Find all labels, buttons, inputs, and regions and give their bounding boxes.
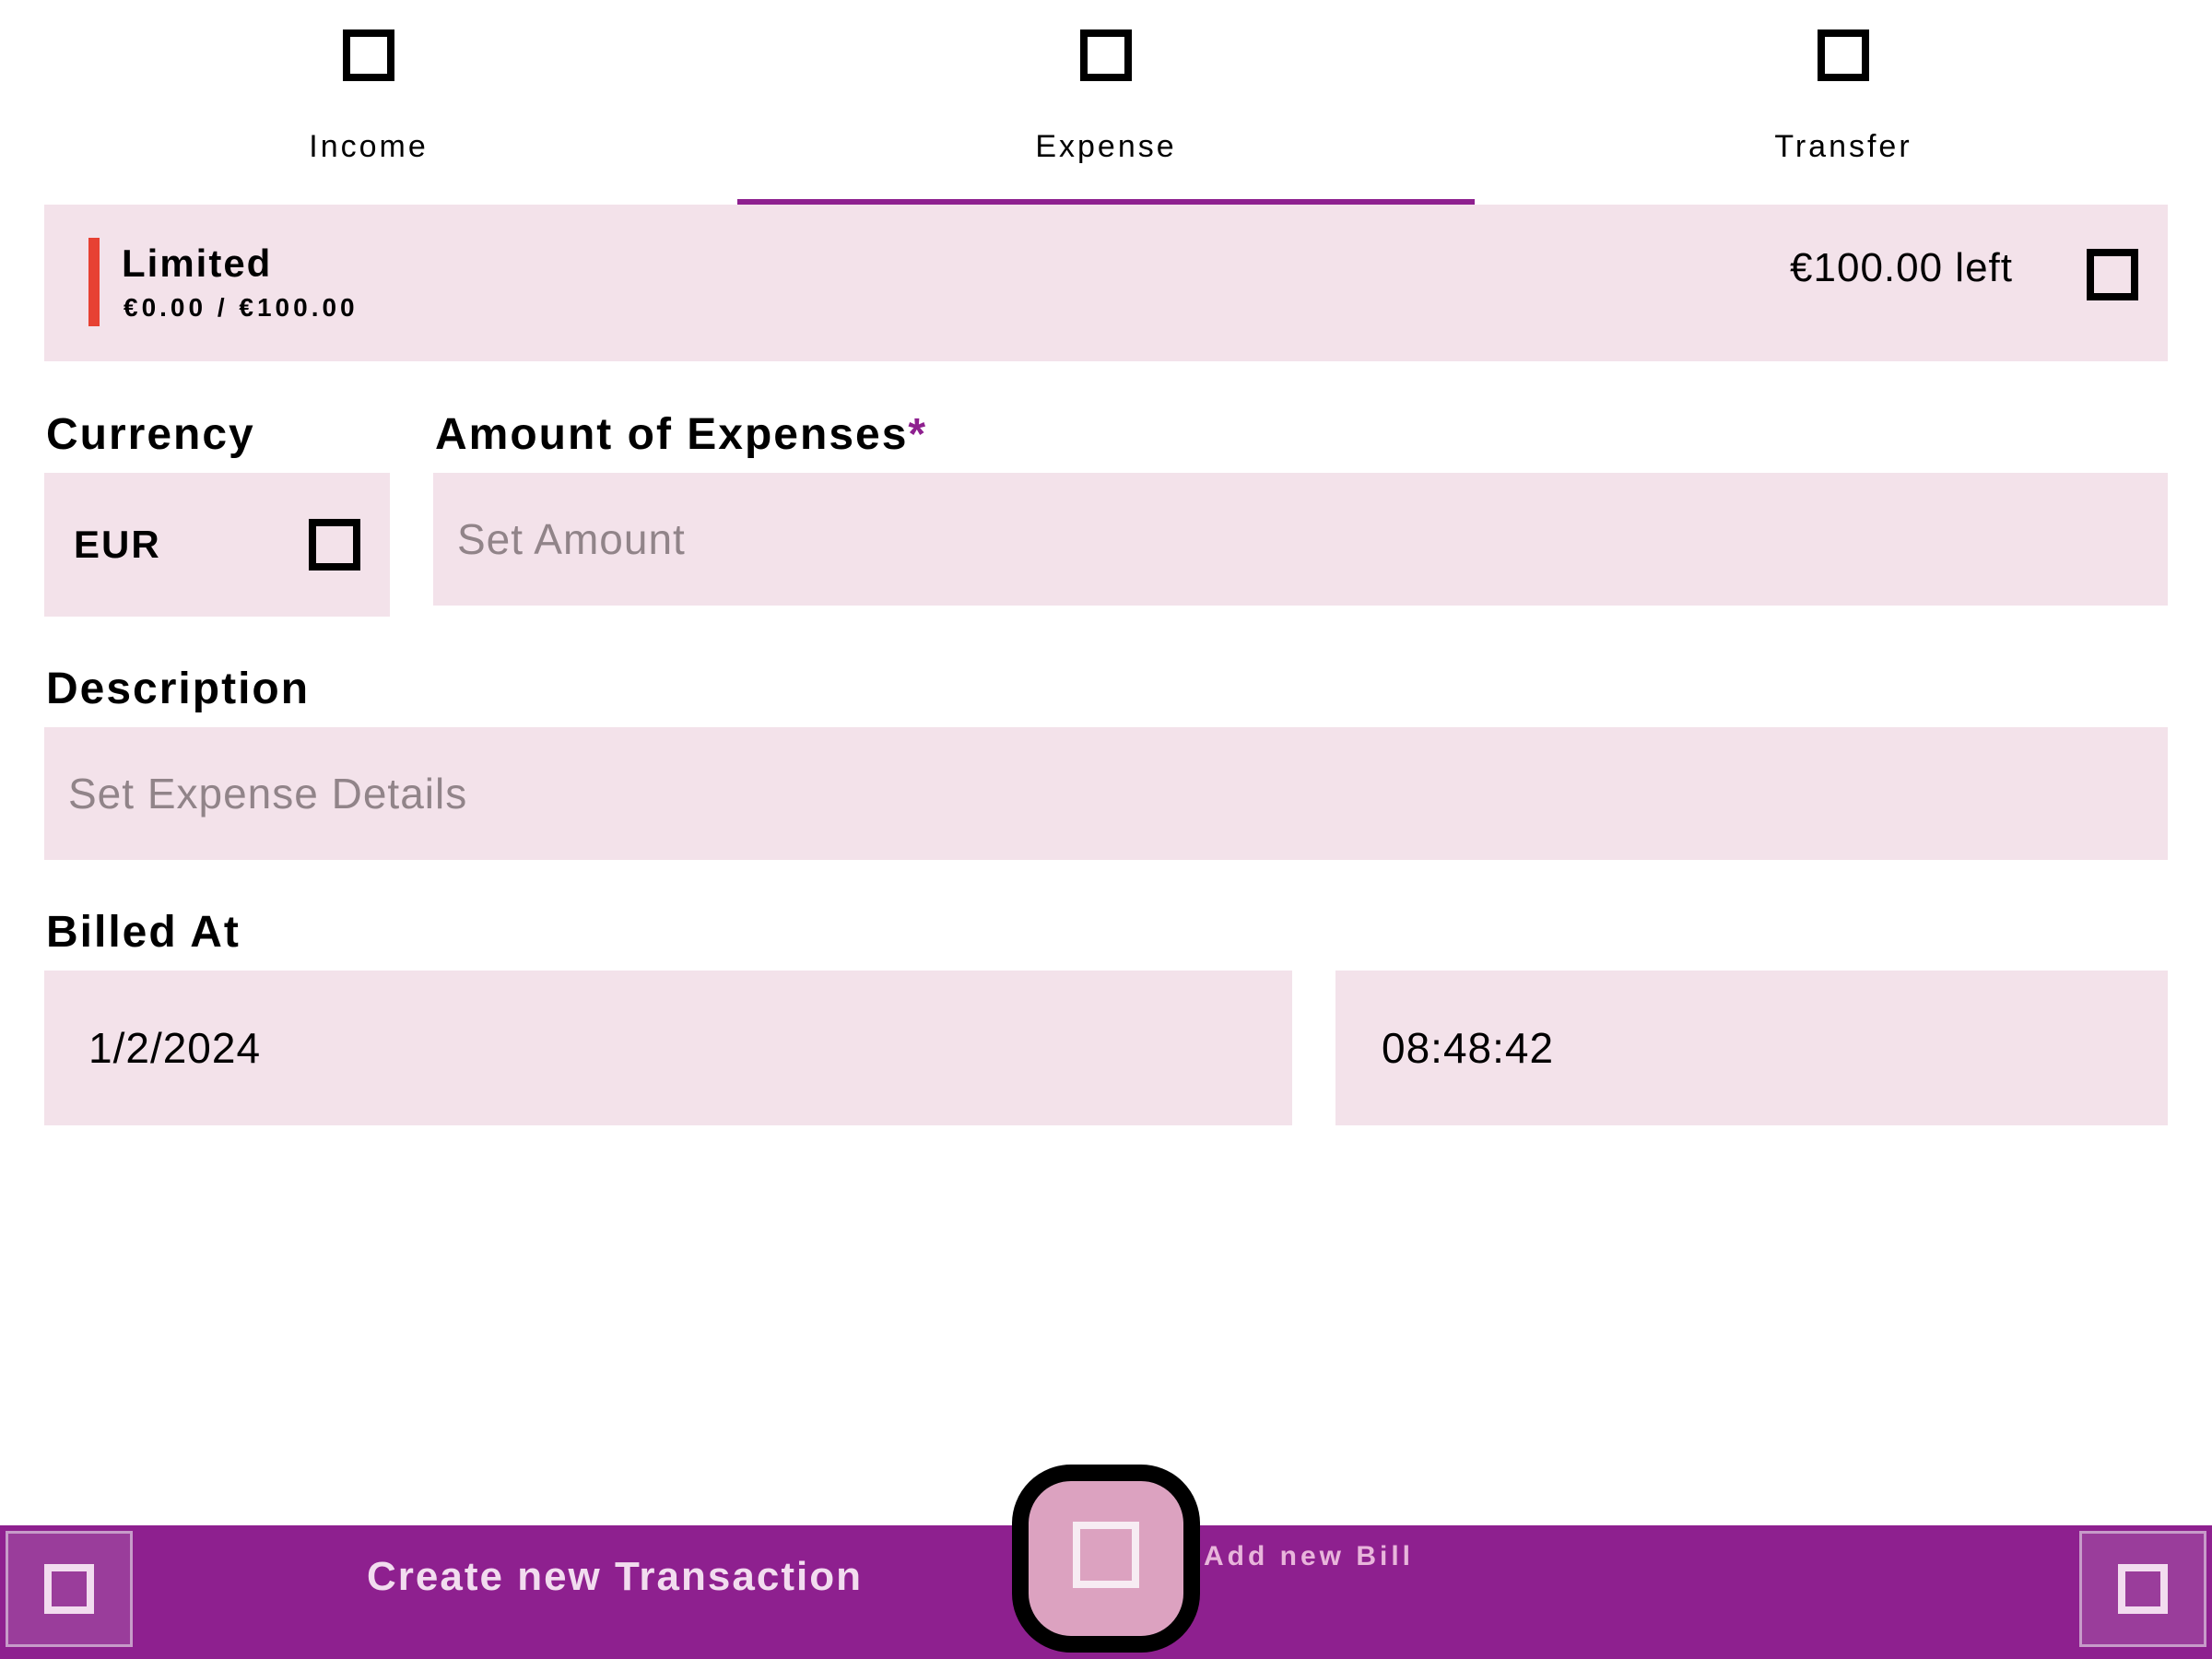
date-value: 1/2/2024 <box>88 1024 262 1072</box>
tab-income[interactable]: Income <box>0 0 737 203</box>
bottom-bar-title: Create new Transaction <box>367 1554 863 1599</box>
description-placeholder: Set Expense Details <box>68 770 468 818</box>
budget-card[interactable]: Limited €0.00 / €100.00 €100.00 left <box>44 205 2168 361</box>
billed-at-label: Billed At <box>46 908 241 957</box>
date-field[interactable]: 1/2/2024 <box>44 971 1292 1125</box>
budget-remaining: €100.00 left <box>1790 245 2013 290</box>
currency-select[interactable]: EUR <box>44 473 390 617</box>
add-bill-icon <box>1073 1522 1139 1588</box>
tab-transfer[interactable]: Transfer <box>1475 0 2212 203</box>
income-tab-icon <box>343 29 394 81</box>
budget-range: €0.00 / €100.00 <box>124 293 359 322</box>
expense-tab-icon <box>1080 29 1132 81</box>
currency-dropdown-icon <box>309 519 360 571</box>
tab-income-label: Income <box>309 129 429 164</box>
add-bill-fab[interactable] <box>1012 1465 1200 1653</box>
currency-label: Currency <box>46 410 255 459</box>
tab-transfer-label: Transfer <box>1774 129 1912 164</box>
tab-expense-label: Expense <box>1035 129 1177 164</box>
description-label: Description <box>46 665 311 713</box>
required-mark: * <box>908 410 928 459</box>
amount-input[interactable]: Set Amount <box>433 473 2168 606</box>
amount-placeholder: Set Amount <box>457 515 686 563</box>
description-input[interactable]: Set Expense Details <box>44 727 2168 860</box>
bottom-right-button[interactable] <box>2079 1531 2206 1647</box>
bottom-left-icon <box>44 1564 94 1614</box>
add-bill-label: Add new Bill <box>1204 1541 1414 1571</box>
budget-name: Limited <box>122 241 273 285</box>
budget-status-bar <box>88 238 100 326</box>
budget-select-icon[interactable] <box>2087 249 2138 300</box>
transfer-tab-icon <box>1818 29 1869 81</box>
bottom-right-icon <box>2118 1564 2168 1614</box>
amount-label-text: Amount of Expenses <box>435 410 909 459</box>
bottom-left-button[interactable] <box>6 1531 133 1647</box>
tab-expense[interactable]: Expense <box>737 0 1475 203</box>
time-value: 08:48:42 <box>1382 1024 1555 1072</box>
time-field[interactable]: 08:48:42 <box>1335 971 2168 1125</box>
amount-label: Amount of Expenses* <box>435 409 927 460</box>
currency-value: EUR <box>74 523 161 566</box>
